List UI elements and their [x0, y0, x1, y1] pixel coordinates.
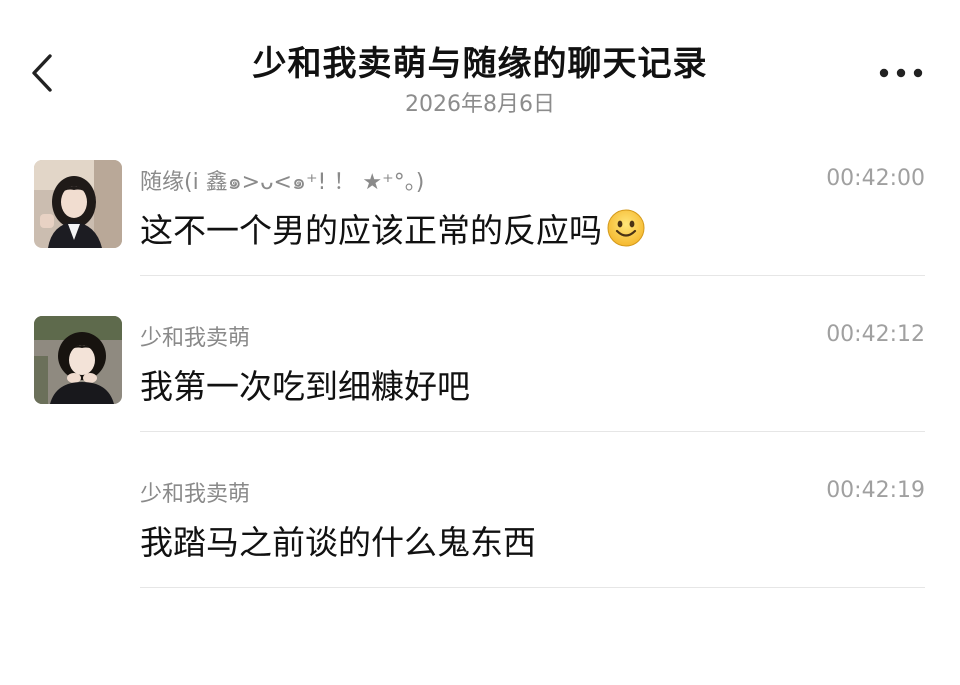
message-text: 我踏马之前谈的什么鬼东西 — [140, 516, 536, 564]
page-title: 少和我卖萌与随缘的聊天记录 — [252, 44, 708, 84]
message-item[interactable]: 少和我卖萌 00:42:12 我第一次吃到细糠好吧 — [0, 286, 960, 442]
message-item[interactable]: 少和我卖萌 00:42:19 我踏马之前谈的什么鬼东西 — [0, 442, 960, 598]
message-text: 这不一个男的应该正常的反应吗 — [140, 204, 646, 252]
avatar[interactable] — [34, 160, 122, 248]
sender-name: 少和我卖萌 — [140, 326, 251, 351]
message-body: 我踏马之前谈的什么鬼东西 — [140, 523, 536, 562]
message-time: 00:42:00 — [826, 166, 925, 191]
smile-emoji-icon — [607, 209, 645, 247]
message-text: 我第一次吃到细糠好吧 — [140, 360, 470, 408]
message-time: 00:42:12 — [826, 322, 925, 347]
avatar[interactable] — [34, 316, 122, 404]
chat-date: 2026年8月6日 — [405, 92, 555, 117]
message-body: 我第一次吃到细糠好吧 — [140, 367, 470, 406]
sender-name: 随缘(i 鑫๑>ᴗ<๑⁺! ！ ★⁺°。) — [140, 170, 425, 195]
divider — [140, 275, 925, 276]
header: 少和我卖萌与随缘的聊天记录 2026年8月6日 — [0, 0, 960, 130]
message-time: 00:42:19 — [826, 478, 925, 503]
sender-name: 少和我卖萌 — [140, 482, 251, 507]
divider — [140, 587, 925, 588]
more-dots-icon — [879, 68, 923, 78]
more-button[interactable] — [876, 64, 926, 82]
chat-history-page: 少和我卖萌与随缘的聊天记录 2026年8月6日 随缘(i 鑫๑>ᴗ<๑⁺! ！ … — [0, 0, 960, 685]
message-body: 这不一个男的应该正常的反应吗 — [140, 211, 602, 250]
message-item[interactable]: 随缘(i 鑫๑>ᴗ<๑⁺! ！ ★⁺°。) 00:42:00 这不一个男的应该正… — [0, 130, 960, 286]
divider — [140, 431, 925, 432]
